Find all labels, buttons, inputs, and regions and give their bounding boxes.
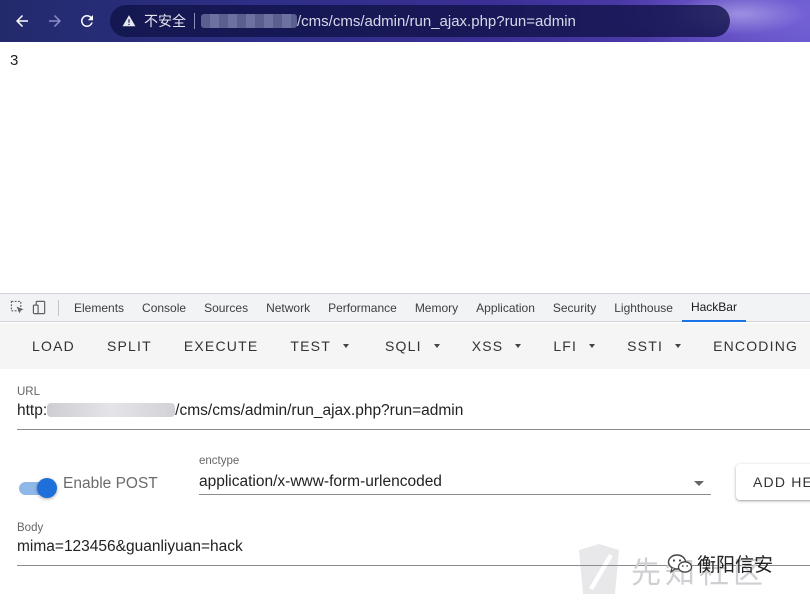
test-dropdown[interactable]: TEST <box>274 328 365 364</box>
wechat-icon <box>667 553 693 573</box>
browser-toolbar: 不安全 /cms/cms/admin/run_ajax.php?run=admi… <box>0 0 810 42</box>
tab-lighthouse[interactable]: Lighthouse <box>605 294 682 322</box>
tab-sources[interactable]: Sources <box>195 294 257 322</box>
tab-security[interactable]: Security <box>544 294 605 322</box>
execute-label: EXECUTE <box>183 338 259 354</box>
security-label[interactable]: 不安全 <box>144 11 186 31</box>
caret-down-icon <box>342 344 349 348</box>
tab-performance[interactable]: Performance <box>319 294 406 322</box>
back-button[interactable] <box>10 9 34 33</box>
inspect-element-button[interactable] <box>6 294 28 322</box>
caret-down-icon <box>589 344 596 348</box>
redacted-host <box>201 14 297 28</box>
shield-logo-icon <box>579 544 619 594</box>
url-field-underline <box>17 429 810 430</box>
encoding-label: ENCODING <box>713 338 799 354</box>
cursor-select-icon <box>10 300 24 314</box>
tab-memory[interactable]: Memory <box>406 294 467 322</box>
device-icon <box>32 300 45 315</box>
ssti-label: SSTI <box>627 338 664 354</box>
enctype-underline <box>199 494 711 495</box>
url-field-label: URL <box>17 386 41 398</box>
address-url[interactable]: /cms/cms/admin/run_ajax.php?run=admin <box>297 13 576 30</box>
caret-down-icon <box>515 344 522 348</box>
forward-button[interactable] <box>43 9 67 33</box>
ssti-dropdown[interactable]: SSTI <box>611 328 697 364</box>
chevron-down-icon[interactable] <box>694 481 704 486</box>
split-label: SPLIT <box>106 338 152 354</box>
add-header-button[interactable]: ADD HEADER <box>736 464 810 500</box>
enable-post-label[interactable]: Enable POST <box>63 475 158 493</box>
tab-elements[interactable]: Elements <box>65 294 133 322</box>
url-field[interactable]: http: /cms/cms/admin/run_ajax.php?run=adm… <box>17 402 463 420</box>
watermark-account-name: 衡阳信安 <box>697 554 774 576</box>
tab-network[interactable]: Network <box>257 294 319 322</box>
caret-down-icon <box>675 344 682 348</box>
reload-icon <box>80 14 93 27</box>
reload-button[interactable] <box>75 9 99 33</box>
tab-console[interactable]: Console <box>133 294 195 322</box>
url-prefix: http: <box>17 402 48 419</box>
tab-application[interactable]: Application <box>467 294 544 322</box>
address-bar[interactable]: 不安全 /cms/cms/admin/run_ajax.php?run=admi… <box>110 5 730 37</box>
xss-label: XSS <box>471 338 504 354</box>
tab-hackbar[interactable]: HackBar <box>681 294 746 322</box>
arrow-right-icon <box>49 15 61 27</box>
url-suffix: /cms/cms/admin/run_ajax.php?run=admin <box>175 402 464 419</box>
lfi-label: LFI <box>553 338 578 354</box>
switch-thumb <box>37 478 57 498</box>
caret-down-icon <box>433 344 440 348</box>
watermark-account: 衡阳信安 <box>667 550 773 577</box>
split-button[interactable]: SPLIT <box>91 328 168 364</box>
watermark: 先知社区 衡阳信安 <box>575 538 810 598</box>
redacted-host <box>47 403 176 417</box>
test-label: TEST <box>290 338 331 354</box>
sqli-dropdown[interactable]: SQLI <box>369 328 456 364</box>
load-button[interactable]: LOAD <box>16 328 91 364</box>
enable-post-switch[interactable] <box>19 477 59 499</box>
encoding-dropdown[interactable]: ENCODING <box>697 328 810 364</box>
arrow-left-icon <box>16 15 28 27</box>
address-divider <box>194 13 195 29</box>
load-label: LOAD <box>32 338 75 354</box>
enctype-label: enctype <box>199 455 240 467</box>
body-field[interactable]: mima=123456&guanliyuan=hack <box>17 538 243 556</box>
devtools-tab-bar: Elements Console Sources Network Perform… <box>0 294 810 322</box>
lfi-dropdown[interactable]: LFI <box>537 328 611 364</box>
xss-dropdown[interactable]: XSS <box>456 328 538 364</box>
enctype-select[interactable]: application/x-www-form-urlencoded <box>199 473 442 491</box>
hackbar-toolbar: LOAD SPLIT EXECUTE TEST SQLI XSS LFI SST… <box>0 323 810 369</box>
page-output: 3 <box>10 52 19 69</box>
sqli-label: SQLI <box>384 338 422 354</box>
execute-button[interactable]: EXECUTE <box>168 328 275 364</box>
body-field-label: Body <box>17 522 44 534</box>
device-toolbar-button[interactable] <box>28 294 50 322</box>
devtools-divider <box>58 299 59 316</box>
warning-triangle-icon <box>122 15 136 27</box>
